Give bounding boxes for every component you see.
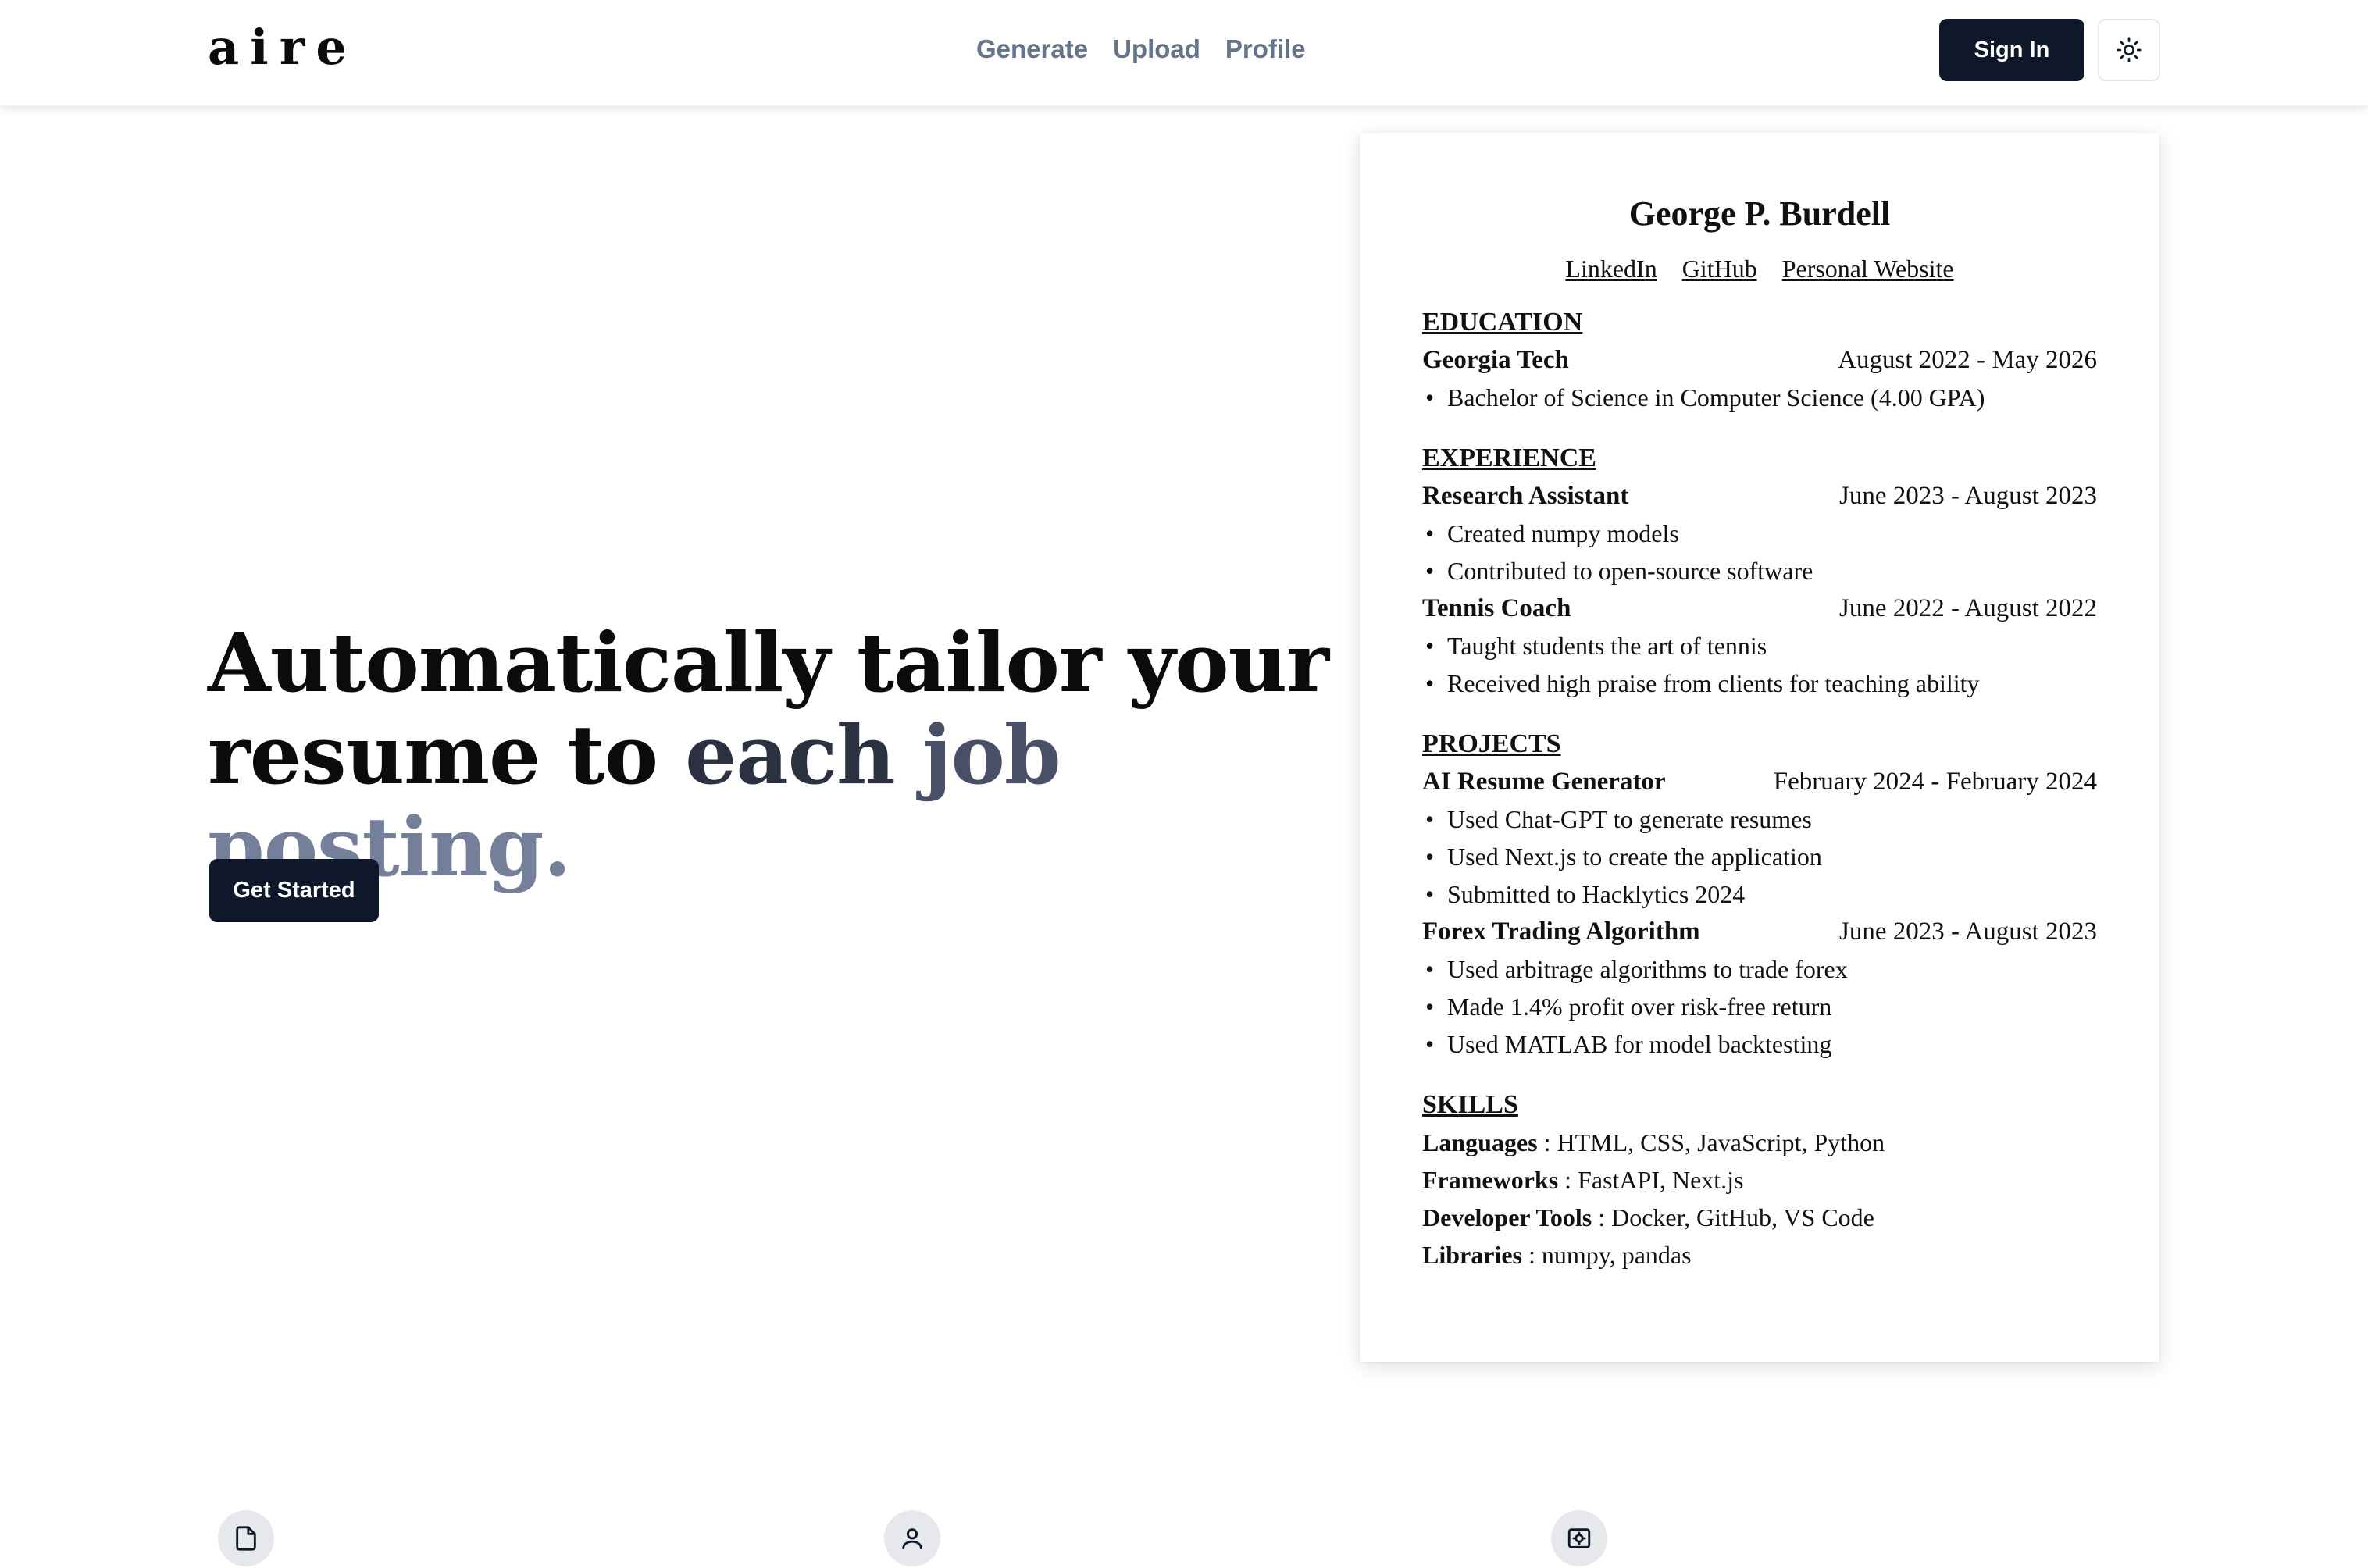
hero-title-line1: Automatically tailor your [208,615,1329,711]
resume-link-website[interactable]: Personal Website [1782,255,1954,283]
entry-dates: June 2023 - August 2023 [1839,918,2097,946]
skill-row: Languages : HTML, CSS, JavaScript, Pytho… [1422,1124,2097,1161]
feature-scan-icon-badge [1551,1510,1607,1566]
entry-bullet: Used MATLAB for model backtesting [1422,1025,2097,1063]
skill-value: : FastAPI, Next.js [1558,1166,1744,1194]
experience-entry: Tennis Coach June 2022 - August 2022 [1422,590,2097,627]
user-icon [902,1528,922,1550]
entry-bullet: Created numpy models [1422,515,2097,552]
entry-org: Tennis Coach [1422,594,1571,622]
entry-dates: June 2022 - August 2022 [1839,594,2097,622]
entry-org: AI Resume Generator [1422,768,1666,796]
section-title-skills: SKILLS [1422,1090,1518,1119]
entry-bullet: Used Chat-GPT to generate resumes [1422,800,2097,838]
page: aire Generate Upload Profile Sign In Aut… [0,0,2368,1568]
entry-org: Georgia Tech [1422,346,1569,374]
resume-links: LinkedIn GitHub Personal Website [1422,255,2097,283]
feature-document-icon-badge [218,1510,274,1566]
entry-bullet: Received high praise from clients for te… [1422,665,2097,702]
entry-bullet: Made 1.4% profit over risk-free return [1422,988,2097,1025]
hero-title-line2-a: resume to [208,707,686,803]
skill-label: Languages [1422,1128,1538,1156]
entry-bullet: Used Next.js to create the application [1422,838,2097,875]
entry-bullet: Submitted to Hacklytics 2024 [1422,875,2097,913]
entry-dates: February 2024 - February 2024 [1773,768,2097,796]
entry-org: Research Assistant [1422,482,1629,510]
skill-label: Libraries [1422,1241,1522,1269]
theme-toggle-button[interactable] [2098,19,2160,81]
education-entry: Georgia Tech August 2022 - May 2026 [1422,341,2097,379]
resume-link-github[interactable]: GitHub [1682,255,1757,283]
hero-title: Automatically tailor your resume to each… [208,617,1348,893]
scan-icon [1567,1528,1591,1548]
resume-preview: George P. Burdell LinkedIn GitHub Person… [1360,133,2159,1362]
skill-value: : Docker, GitHub, VS Code [1592,1203,1874,1231]
skill-label: Frameworks [1422,1166,1559,1194]
sign-in-button[interactable]: Sign In [1939,19,2084,81]
resume-name: George P. Burdell [1628,194,1891,233]
nav-link-upload[interactable]: Upload [1113,34,1200,64]
nav-link-generate[interactable]: Generate [976,34,1088,64]
entry-dates: August 2022 - May 2026 [1838,346,2097,374]
nav-link-profile[interactable]: Profile [1225,34,1306,64]
skill-label: Developer Tools [1422,1203,1592,1231]
hero-title-line2-b: each [685,707,922,803]
section-title-projects: PROJECTS [1422,729,1561,758]
nav-links: Generate Upload Profile [976,34,1306,64]
skill-row: Developer Tools : Docker, GitHub, VS Cod… [1422,1199,2097,1236]
entry-bullet: Taught students the art of tennis [1422,627,2097,665]
skill-value: : numpy, pandas [1521,1241,1692,1269]
project-entry: Forex Trading Algorithm June 2023 - Augu… [1422,913,2097,950]
logo[interactable]: aire [208,19,358,76]
navbar: aire Generate Upload Profile Sign In [0,0,2368,106]
sun-icon [2117,37,2142,62]
section-title-experience: EXPERIENCE [1422,444,1596,472]
skill-value: : HTML, CSS, JavaScript, Python [1537,1128,1885,1156]
hero-title-line2-c: job [922,707,1061,803]
section-title-education: EDUCATION [1422,308,1583,337]
feature-user-icon-badge [884,1510,940,1566]
get-started-button[interactable]: Get Started [209,859,379,922]
project-entry: AI Resume Generator February 2024 - Febr… [1422,763,2097,800]
entry-dates: June 2023 - August 2023 [1839,482,2097,510]
skill-row: Frameworks : FastAPI, Next.js [1422,1161,2097,1199]
skill-row: Libraries : numpy, pandas [1422,1236,2097,1274]
entry-bullet: Contributed to open-source software [1422,552,2097,590]
resume-link-linkedin[interactable]: LinkedIn [1565,255,1657,283]
document-icon [236,1526,256,1551]
experience-entry: Research Assistant June 2023 - August 20… [1422,477,2097,515]
entry-bullet: Bachelor of Science in Computer Science … [1422,379,2097,416]
entry-org: Forex Trading Algorithm [1422,918,1700,946]
entry-bullet: Used arbitrage algorithms to trade forex [1422,950,2097,988]
